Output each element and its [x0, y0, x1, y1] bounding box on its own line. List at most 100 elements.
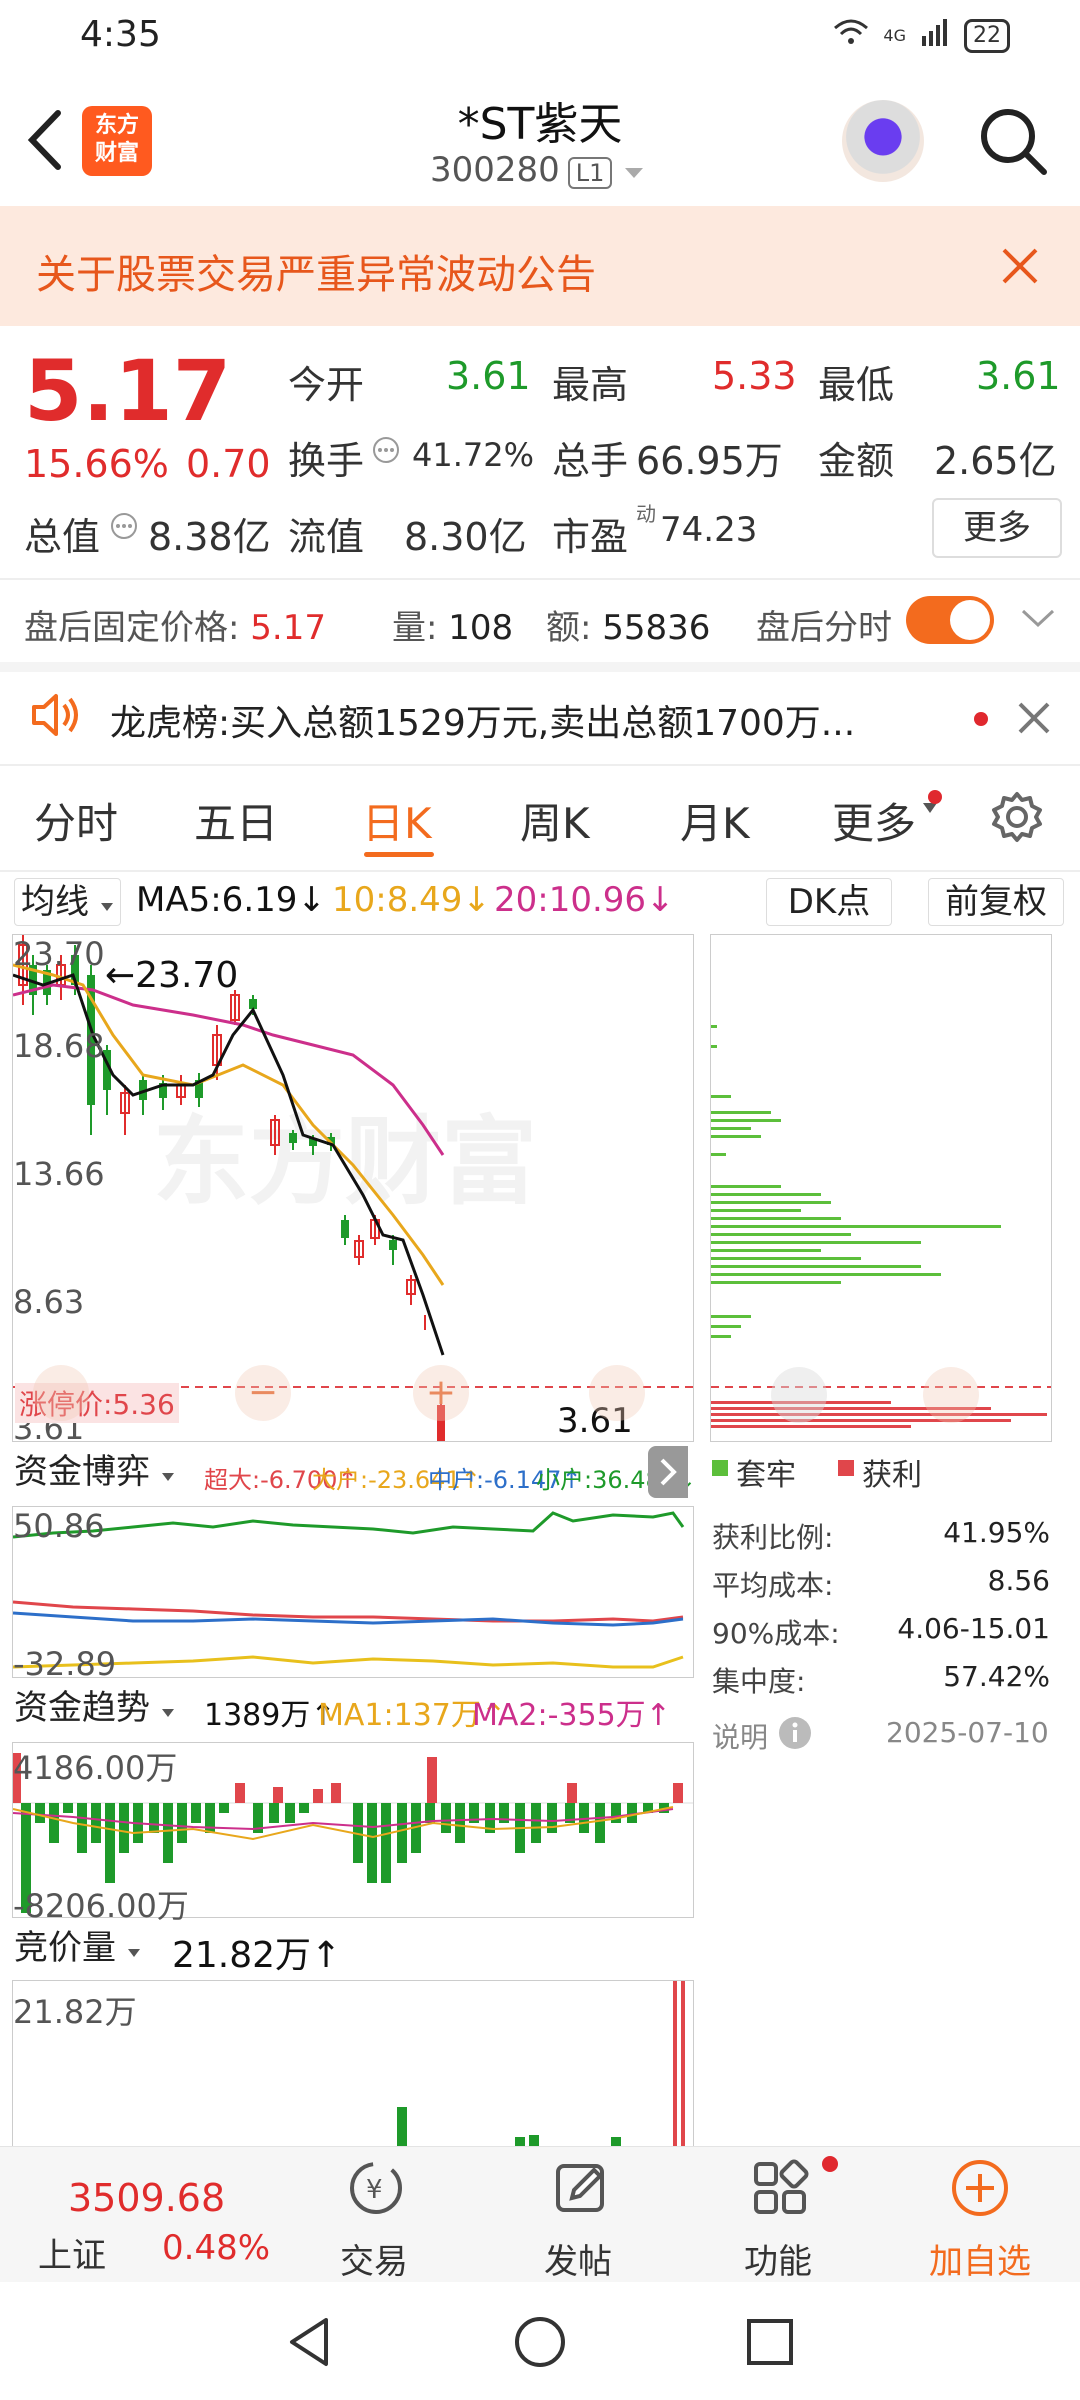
tab-five-day[interactable]: 五日	[194, 790, 278, 851]
svg-text:¥: ¥	[366, 2175, 383, 2205]
zoom-in-button[interactable]: +	[413, 1365, 469, 1421]
functions-button[interactable]: 功能	[708, 2156, 848, 2282]
announcement-text: 关于股票交易严重异常波动公告	[36, 252, 596, 298]
auction-chart[interactable]: 21.82万	[12, 1980, 694, 2147]
adjustment-label: 前复权	[945, 882, 1047, 922]
tab-daily-k[interactable]: 日K	[362, 790, 432, 851]
network-type: 4G	[883, 26, 906, 45]
index-name: 上证	[38, 2236, 106, 2276]
dk-point-button[interactable]: DK点	[766, 878, 892, 926]
chip-stat-value: 57.42%	[943, 1660, 1050, 1693]
info-dots-icon[interactable]	[372, 436, 400, 468]
tab-more[interactable]: 更多	[832, 790, 916, 851]
dropdown-arrow-icon	[127, 1949, 140, 1957]
y-label-2: 18.68	[13, 1027, 105, 1065]
active-tab-indicator	[364, 852, 434, 857]
after-hours-vol-label: 量:	[392, 608, 438, 648]
divider	[0, 578, 1080, 580]
after-hours-amt-value: 55836	[602, 608, 711, 648]
chip-next-button[interactable]	[771, 1367, 827, 1423]
mktcap-label: 总值	[24, 515, 101, 559]
info-dots-icon[interactable]	[110, 512, 138, 544]
zoom-out-button[interactable]: −	[235, 1365, 291, 1421]
circle-home-icon	[515, 2317, 565, 2367]
after-hours-amt-label: 额:	[546, 608, 592, 648]
trade-button[interactable]: ¥ 交易	[304, 2156, 444, 2282]
fund-game-title: 资金博弈	[14, 1452, 150, 1492]
chip-note-label[interactable]: 说明	[712, 1716, 768, 1756]
search-button[interactable]	[976, 104, 1050, 178]
fund-trend-selector[interactable]: 资金趋势	[14, 1684, 175, 1732]
y-label-4: 8.63	[13, 1283, 85, 1321]
dragon-tiger-close-icon[interactable]	[1016, 700, 1052, 740]
tab-weekly-k[interactable]: 周K	[520, 790, 590, 851]
chip-stat-label: 获利比例:	[712, 1521, 834, 1554]
y-label-3: 13.66	[13, 1155, 105, 1193]
after-hours-price: 盘后固定价格: 5.17	[24, 600, 326, 649]
ma5-value: MA5:6.19↓	[136, 880, 326, 920]
expand-chevron-button[interactable]	[1020, 606, 1056, 634]
volume-value: 66.95万	[636, 439, 783, 483]
current-price: 5.17	[24, 342, 232, 440]
dk-point-label: DK点	[787, 882, 871, 922]
system-nav-bar	[0, 2282, 1080, 2400]
dropdown-arrow-icon	[625, 168, 644, 178]
stock-code: 300280	[430, 150, 560, 190]
stock-code-selector[interactable]: 300280 L1	[430, 150, 645, 190]
open-label: 今开	[288, 363, 365, 407]
fund-game-y-bottom: -32.89	[13, 1645, 117, 1683]
status-time: 4:35	[80, 14, 161, 55]
chip-expand-button[interactable]	[923, 1367, 979, 1423]
more-quote-button[interactable]: 更多	[932, 498, 1062, 558]
trapped-legend-swatch	[712, 1460, 728, 1476]
sys-home-button[interactable]	[512, 2314, 568, 2374]
chart-back-button[interactable]	[589, 1365, 645, 1421]
chip-distribution-chart[interactable]	[710, 934, 1052, 1442]
auction-y-top: 21.82万	[13, 1993, 137, 2031]
dragon-tiger-banner[interactable]: 龙虎榜:买入总额1529万元,卖出总额1700万...	[0, 672, 1080, 764]
tab-intraday[interactable]: 分时	[34, 790, 118, 851]
ma-selector[interactable]: 均线	[14, 878, 121, 926]
high-value: 5.33	[712, 354, 797, 398]
fund-game-y-top: 50.86	[13, 1507, 105, 1545]
speaker-icon	[28, 690, 82, 744]
battery-icon: 22	[964, 18, 1010, 53]
index-ticker[interactable]: 3509.68 上证 0.48%	[20, 2164, 280, 2276]
amount-value: 2.65亿	[934, 439, 1057, 483]
fund-panel-expand-button[interactable]	[648, 1446, 688, 1498]
chart-prev-button[interactable]	[33, 1365, 89, 1421]
kline-chart[interactable]: 东方财富 23.70 18.68 13.66 8.63 3.61 ←23.70 …	[12, 934, 694, 1447]
announcement-banner[interactable]: 关于股票交易严重异常波动公告	[0, 206, 1080, 326]
announcement-close-button[interactable]	[1000, 246, 1040, 286]
auction-selector[interactable]: 竞价量	[14, 1924, 141, 1972]
unread-dot	[974, 712, 988, 726]
tab-monthly-k[interactable]: 月K	[680, 790, 750, 851]
chip-stat-label: 集中度:	[712, 1665, 806, 1698]
after-hours-volume: 量: 108	[392, 600, 513, 649]
after-hours-toggle[interactable]	[906, 596, 994, 644]
assistant-robot-icon[interactable]	[842, 100, 924, 182]
post-button[interactable]: 发帖	[508, 2156, 648, 2282]
chart-settings-button[interactable]	[990, 790, 1044, 848]
fund-game-chart[interactable]: 50.86 -32.89	[12, 1506, 694, 1683]
square-recents-icon	[747, 2319, 793, 2365]
divider	[0, 870, 1080, 872]
adjustment-button[interactable]: 前复权	[928, 878, 1064, 926]
sys-recents-button[interactable]	[742, 2314, 798, 2374]
high-marker: ←23.70	[105, 955, 239, 996]
chip-stat-value: 41.95%	[943, 1516, 1050, 1549]
fund-game-selector[interactable]: 资金博弈	[14, 1448, 175, 1496]
float-label: 流值	[288, 515, 365, 559]
add-watchlist-button[interactable]: 加自选	[910, 2156, 1050, 2282]
price-change: 0.70	[186, 442, 271, 486]
ma20-value: 20:10.96↓	[494, 880, 675, 920]
close-icon	[1002, 248, 1038, 284]
tab-more-badge	[928, 790, 942, 804]
chevron-right-icon	[660, 1458, 677, 1486]
sys-back-button[interactable]	[282, 2314, 338, 2374]
info-icon[interactable]	[778, 1716, 812, 1754]
status-bar: 4:35 4G 22	[0, 0, 1080, 70]
pe-label: 市盈	[552, 515, 629, 559]
fund-trend-chart[interactable]: 4186.00万 -8206.00万	[12, 1742, 694, 1925]
section-divider	[0, 662, 1080, 672]
